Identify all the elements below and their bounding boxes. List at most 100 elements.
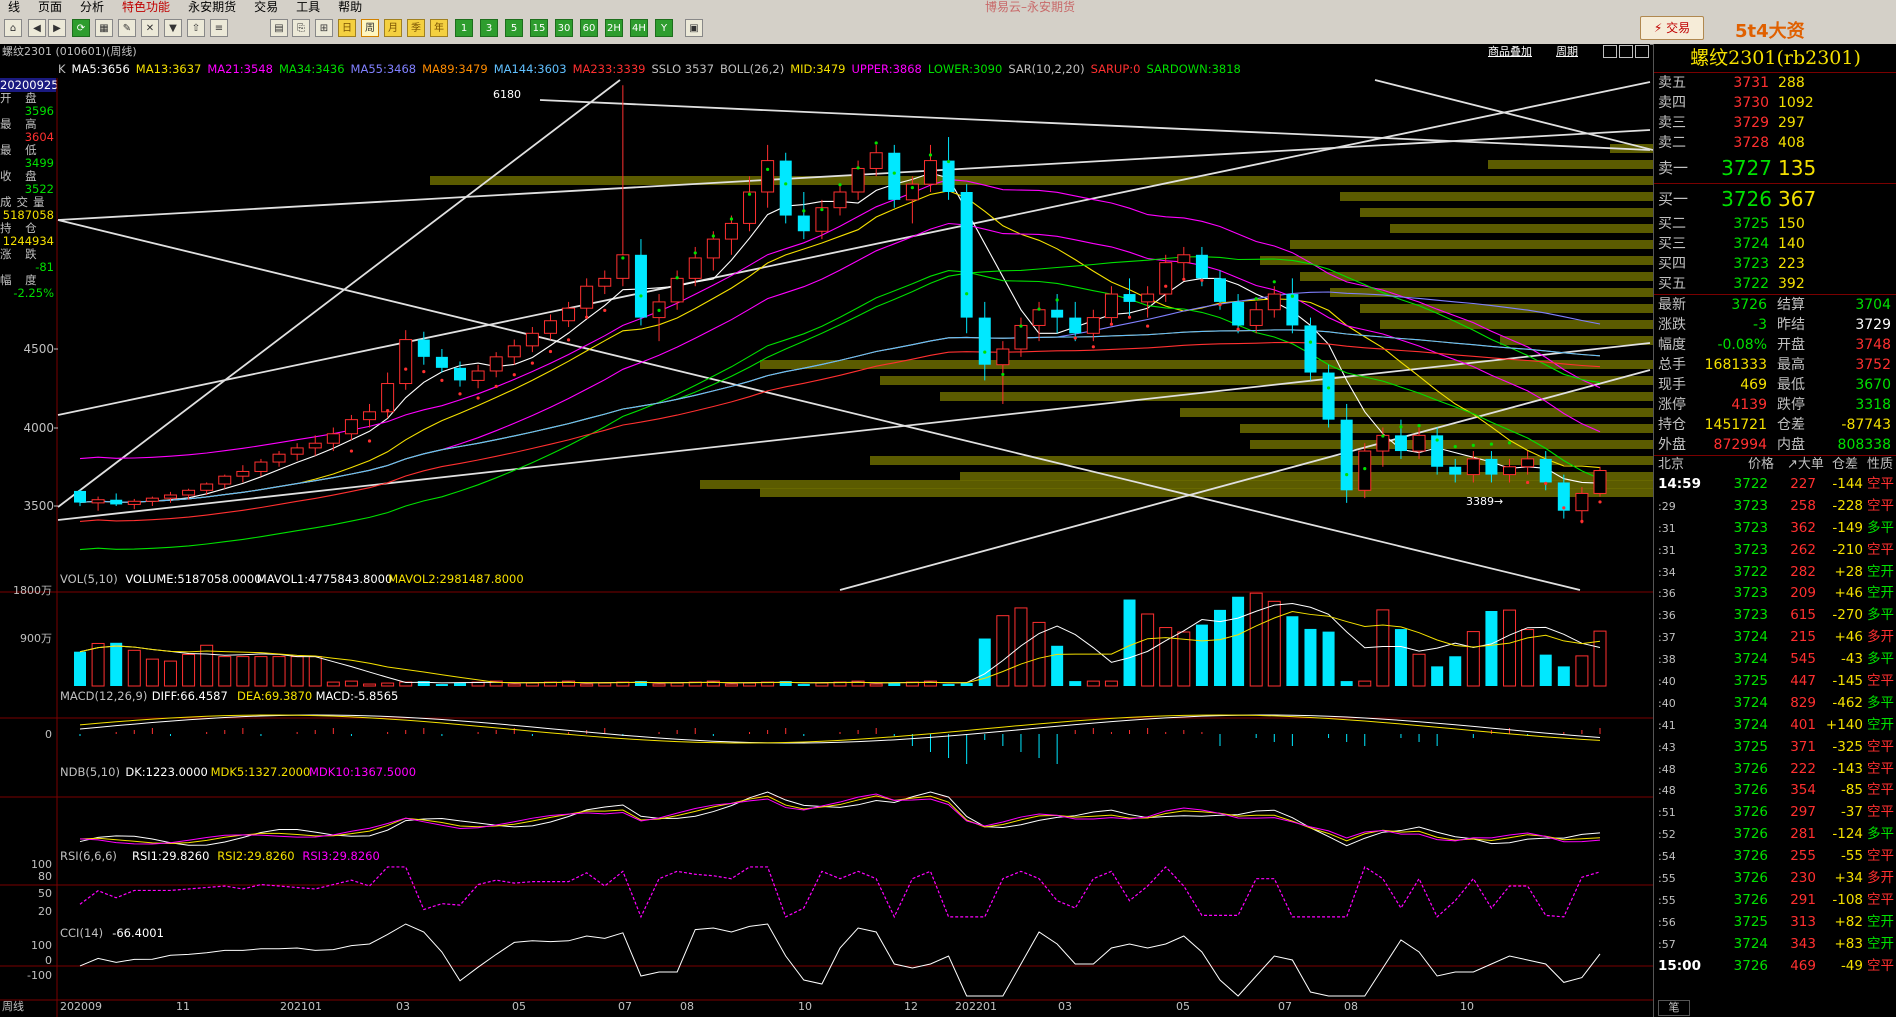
indicator-legend: RSI2:29.8260 xyxy=(217,849,294,863)
tick-volume: 262 xyxy=(1790,541,1816,558)
quote-row: 现手 469 最低 3670 xyxy=(1654,375,1896,395)
candle-body xyxy=(1123,294,1136,302)
ask-qty: 408 xyxy=(1778,135,1805,151)
x-tick-label: 202201 xyxy=(955,1000,997,1013)
sar-dot xyxy=(874,141,878,145)
sar-dot xyxy=(820,207,824,212)
tick-volume: 401 xyxy=(1790,716,1816,733)
volume-profile-bar xyxy=(1488,160,1653,169)
volume-bar xyxy=(1322,631,1335,686)
volume-profile-bar xyxy=(870,456,1653,465)
volume-bar xyxy=(218,656,232,687)
volume-bar xyxy=(960,683,973,686)
y-tick-label: 3500 xyxy=(23,499,54,513)
tick-row: :41 3724 401 +140 空开 xyxy=(1654,715,1896,737)
volume-bar xyxy=(1104,680,1118,687)
volume-profile-bar xyxy=(1250,440,1653,449)
tick-volume: 371 xyxy=(1790,738,1816,755)
bid-label: 买五 xyxy=(1658,276,1686,292)
tick-row: :31 3723 262 -210 空平 xyxy=(1654,540,1896,562)
candle-body xyxy=(489,356,503,372)
candle-body xyxy=(326,433,340,444)
volume-bar xyxy=(1557,666,1570,686)
tick-oi-change: +46 xyxy=(1834,629,1864,646)
quote-label: 仓差 xyxy=(1777,417,1805,433)
mdk10-line xyxy=(79,793,1601,845)
tick-time: :52 xyxy=(1658,828,1676,842)
volume-bar xyxy=(1304,628,1317,686)
ask-price: 3730 xyxy=(1733,95,1769,111)
indicator-legend: DEA:69.3870 xyxy=(237,689,312,703)
quote-panel: 螺纹2301(rb2301) 卖五 3731 288 卖四 3730 1092 卖三 3729… xyxy=(1653,44,1896,1017)
candle-body xyxy=(145,497,159,502)
candle-body xyxy=(1177,254,1191,264)
tick-nature: 空平 xyxy=(1867,848,1894,865)
candle-body xyxy=(779,160,792,216)
sar-dot xyxy=(386,408,390,413)
sar-dot xyxy=(928,153,933,157)
tick-oi-change: -43 xyxy=(1840,651,1863,668)
ask-label: 卖三 xyxy=(1658,115,1686,131)
tick-price: 3724 xyxy=(1733,694,1768,711)
quote-label: 最新 xyxy=(1658,297,1686,313)
sar-dot xyxy=(1453,445,1457,449)
tick-nature: 空平 xyxy=(1867,476,1894,492)
candle-body xyxy=(74,490,86,503)
bid-row: 买五 3722 392 xyxy=(1654,274,1896,294)
bid-label: 买二 xyxy=(1658,216,1686,232)
tick-price: 3725 xyxy=(1733,913,1768,930)
ask-qty: 288 xyxy=(1778,75,1805,91)
sar-dot xyxy=(458,392,462,396)
volume-bar xyxy=(91,642,105,687)
bid-qty: 150 xyxy=(1778,216,1805,232)
volume-bar xyxy=(272,656,286,687)
quote-value: 469 xyxy=(1740,377,1767,393)
mdk5-line xyxy=(79,795,1601,845)
volume-bar xyxy=(290,656,304,687)
volume-profile-bar xyxy=(700,480,1653,489)
tick-row: :38 3724 545 -43 多平 xyxy=(1654,649,1896,671)
cci-line xyxy=(79,923,1601,997)
sar-dot xyxy=(494,384,498,388)
rsi-tick-label: 20 xyxy=(38,905,52,918)
ask-qty: 297 xyxy=(1778,115,1805,131)
sar-dot xyxy=(1326,386,1331,390)
volume-bar xyxy=(381,682,395,687)
sar-dot xyxy=(585,315,589,319)
candle-body xyxy=(1503,466,1517,476)
candle-body xyxy=(670,277,684,303)
ask-qty: 1092 xyxy=(1778,95,1814,111)
sar-dot xyxy=(440,378,444,382)
tick-time: :41 xyxy=(1658,718,1676,732)
mavol1-line xyxy=(79,602,1601,684)
candle-body xyxy=(960,192,973,318)
candle-body xyxy=(1376,434,1390,452)
tick-oi-change: -462 xyxy=(1832,694,1863,711)
tick-row: :31 3723 362 -149 多平 xyxy=(1654,518,1896,540)
tick-nature: 空平 xyxy=(1867,738,1894,755)
indicator-legend: RSI(6,6,6) xyxy=(60,849,117,863)
indicator-legend: RSI3:29.8260 xyxy=(302,849,379,863)
quote-value: -0.08% xyxy=(1717,337,1767,353)
tick-tab[interactable]: 笔 xyxy=(1658,1000,1690,1016)
volume-bar xyxy=(344,680,358,687)
bid-qty: 223 xyxy=(1778,256,1805,272)
tick-nature: 多平 xyxy=(1867,694,1894,711)
candle-body xyxy=(1267,293,1281,311)
volume-bar xyxy=(182,653,196,687)
bid-price: 3725 xyxy=(1733,216,1769,232)
chart-canvas[interactable]: 4500 4000 3500 6180 3389→ 周线 202009 11 202101 03 0… xyxy=(0,0,1653,1017)
bid-qty: 392 xyxy=(1778,276,1805,292)
tick-price: 3723 xyxy=(1733,497,1768,514)
tick-time: 15:00 xyxy=(1658,957,1701,974)
candle-body xyxy=(1485,458,1498,475)
sar-dot xyxy=(603,308,607,312)
tick-row: :55 3726 230 +34 多开 xyxy=(1654,868,1896,890)
candle-body xyxy=(110,499,123,505)
quote-label: 跌停 xyxy=(1777,397,1805,413)
tick-time: :40 xyxy=(1658,696,1676,710)
bid-price: 3723 xyxy=(1733,256,1769,272)
candle-body xyxy=(562,307,576,322)
sar-dot xyxy=(548,349,553,354)
sar-dot xyxy=(747,192,752,196)
